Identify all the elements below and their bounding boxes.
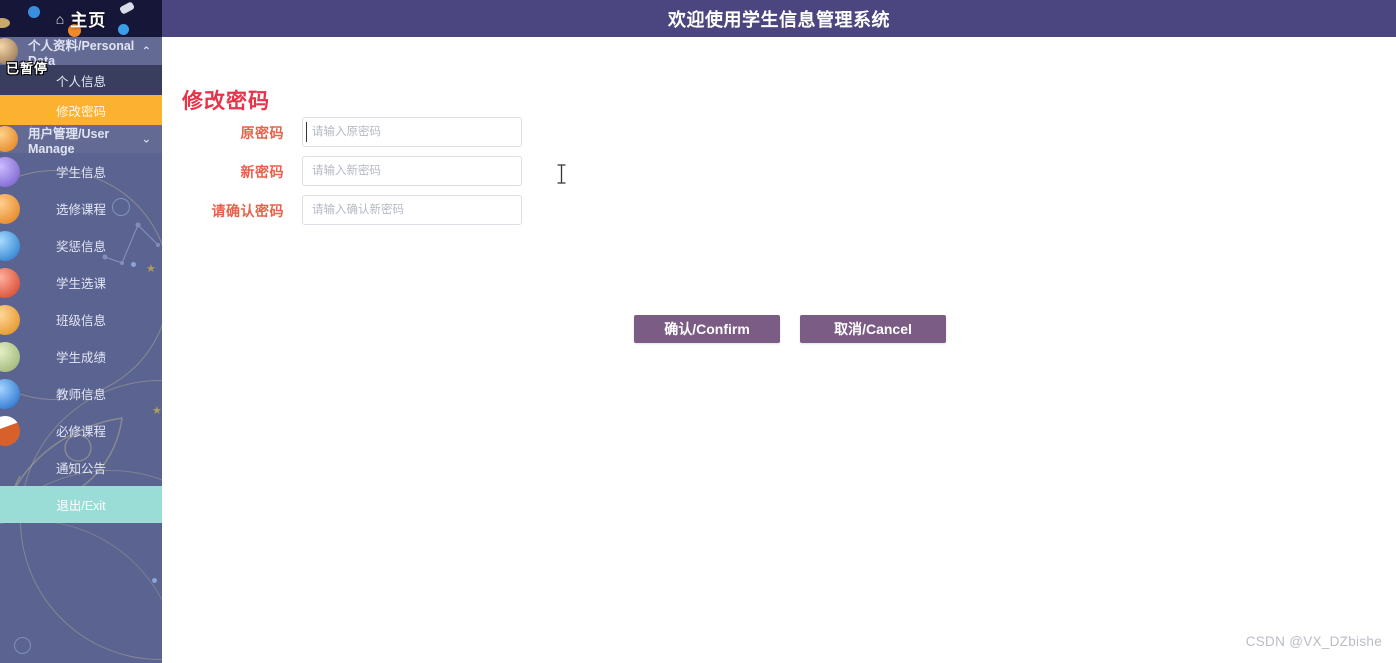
home-icon: ⌂ [55, 10, 66, 27]
main-content: 修改密码 原密码 新密码 请确认密码 确认/Confirm 取消/Cancel [162, 37, 1396, 663]
chevron-up-icon[interactable]: ⌃ [142, 45, 151, 58]
decorative-arc [0, 520, 162, 663]
planet-mars-icon [0, 267, 20, 298]
watermark-text: CSDN @VX_DZbishe [1245, 634, 1382, 649]
mouse-text-cursor-icon [557, 164, 566, 184]
sidebar-item-label: 学生选课 [55, 277, 106, 291]
text-caret [306, 122, 307, 142]
form-actions: 确认/Confirm 取消/Cancel [634, 315, 946, 343]
new-password-label: 新密码 [240, 164, 284, 180]
planet-icon [0, 193, 20, 224]
chevron-down-icon[interactable]: ⌄ [142, 133, 151, 146]
sidebar-item-class-info[interactable]: 班级信息 [0, 301, 162, 338]
sidebar-item-student-info[interactable]: 学生信息 [0, 153, 162, 190]
sidebar-item-label: 学生成绩 [55, 351, 106, 365]
home-link[interactable]: ⌂ 主页 [0, 0, 162, 37]
sidebar-menu: 个人资料/Personal Data ⌃ 个人信息 修改密码 用户管理/User… [0, 37, 162, 523]
page-title: 修改密码 [182, 90, 270, 113]
planet-icon [0, 126, 18, 152]
confirm-password-label: 请确认密码 [211, 203, 284, 219]
sidebar-item-teacher-info[interactable]: 教师信息 [0, 375, 162, 412]
planet-saturn-icon [0, 341, 20, 372]
change-password-form: 原密码 新密码 请确认密码 确认/Confirm 取消/Cancel [162, 117, 946, 343]
decorative-ring [14, 637, 31, 654]
decorative-dot [152, 578, 157, 583]
old-password-input[interactable] [302, 117, 522, 147]
home-label: 主页 [70, 11, 107, 30]
sidebar-item-label: 修改密码 [55, 104, 106, 119]
sidebar-item-elective-courses[interactable]: 选修课程 [0, 190, 162, 227]
sidebar-item-label: 选修课程 [55, 203, 106, 217]
planet-neptune-icon [0, 378, 20, 409]
sidebar-item-reward-punishment[interactable]: 奖惩信息 [0, 227, 162, 264]
sidebar-item-label: 教师信息 [55, 388, 106, 402]
sidebar-item-label: 个人信息 [55, 74, 106, 89]
confirm-password-input[interactable] [302, 195, 522, 225]
sidebar-item-notice-announcement[interactable]: 通知公告 [0, 449, 162, 486]
sidebar-logo-strip[interactable]: ⌂ 主页 [0, 0, 162, 37]
page-header-title: 欢迎使用学生信息管理系统 [668, 9, 890, 30]
sidebar-group-user-manage[interactable]: 用户管理/User Manage ⌄ [0, 125, 162, 156]
form-row-old-password: 原密码 [162, 117, 762, 156]
planet-earth-icon [0, 230, 20, 261]
planet-jupiter-icon [0, 304, 20, 335]
sidebar-item-label: 班级信息 [55, 314, 106, 328]
old-password-label: 原密码 [240, 125, 284, 141]
form-row-confirm-password: 请确认密码 [162, 195, 762, 234]
cancel-button[interactable]: 取消/Cancel [800, 315, 946, 343]
sidebar: ★ ★ ★ ⌂ 主页 [0, 0, 162, 663]
new-password-input[interactable] [302, 156, 522, 186]
sidebar-item-student-grades[interactable]: 学生成绩 [0, 338, 162, 375]
planet-icon [0, 156, 20, 187]
sidebar-item-label: 通知公告 [55, 462, 106, 476]
sidebar-group-label: 用户管理/User Manage [28, 126, 110, 156]
application-window: ★ ★ ★ ⌂ 主页 [0, 0, 1396, 663]
header-bar: 欢迎使用学生信息管理系统 [162, 0, 1396, 37]
sidebar-item-required-courses[interactable]: 必修课程 [0, 412, 162, 449]
sidebar-item-label: 必修课程 [55, 425, 106, 439]
form-row-new-password: 新密码 [162, 156, 762, 195]
rocket-icon [0, 415, 20, 446]
sidebar-item-exit[interactable]: 退出/Exit [0, 486, 162, 523]
sidebar-item-change-password[interactable]: 修改密码 [0, 95, 162, 125]
confirm-button[interactable]: 确认/Confirm [634, 315, 780, 343]
sidebar-item-label: 学生信息 [55, 166, 106, 180]
sidebar-item-label: 奖惩信息 [55, 240, 106, 254]
sidebar-item-student-course-selection[interactable]: 学生选课 [0, 264, 162, 301]
sidebar-item-label: 退出/Exit [56, 499, 106, 513]
paused-status-overlay: 已暂停 [6, 61, 49, 76]
